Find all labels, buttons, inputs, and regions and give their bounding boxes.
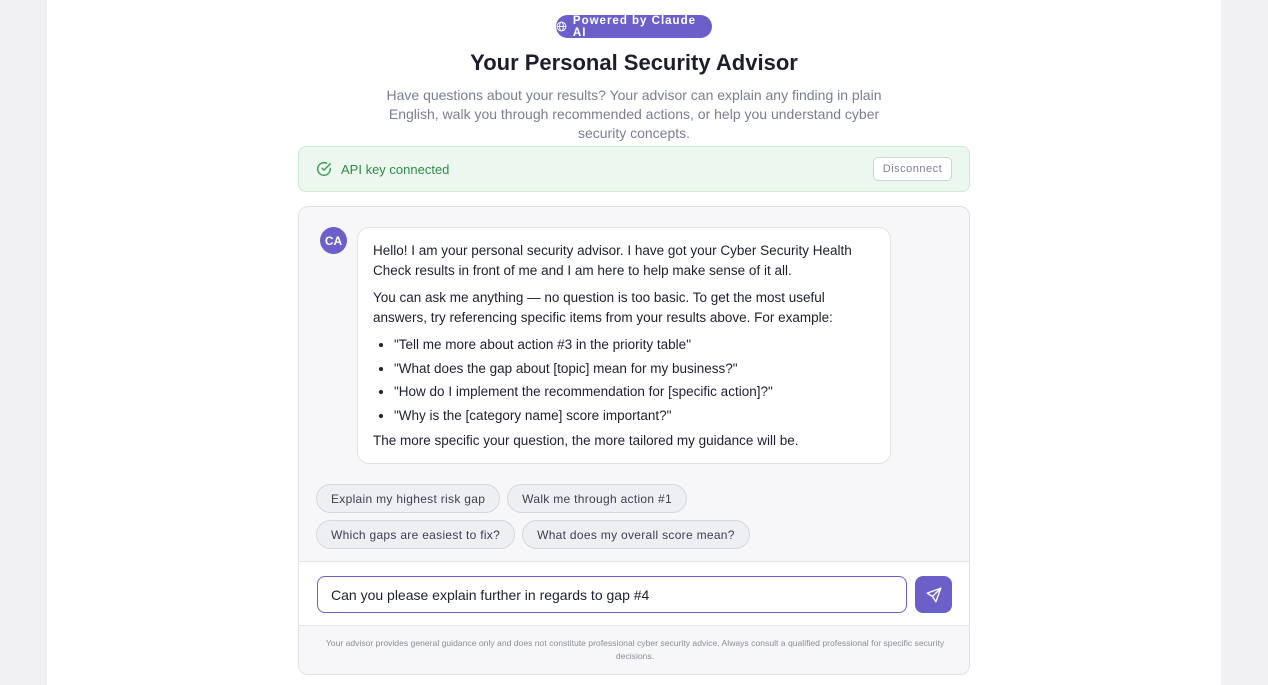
suggestion-chip-overall-score[interactable]: What does my overall score mean? [522,520,750,549]
example-item: "Tell me more about action #3 in the pri… [394,335,875,355]
powered-by-badge: Powered by Claude AI [556,14,712,39]
chat-panel: CA Hello! I am your personal security ad… [298,206,970,675]
suggestion-chip-highest-risk[interactable]: Explain my highest risk gap [316,484,501,513]
suggestion-chip-action-1[interactable]: Walk me through action #1 [507,484,687,513]
message-intro: Hello! I am your personal security advis… [373,243,852,278]
page-subtitle: Have questions about your results? Your … [386,87,882,141]
globe-icon [556,21,567,32]
advisor-avatar: CA [320,227,347,254]
example-item: "Why is the [category name] score import… [394,406,875,426]
suggestion-chips: Explain my highest risk gap Walk me thro… [316,484,876,549]
send-icon [926,587,941,602]
disclaimer-text: Your advisor provides general guidance o… [325,638,945,661]
message-closing: The more specific your question, the mor… [373,432,799,448]
send-button[interactable] [915,576,952,613]
message-input[interactable] [317,576,907,613]
example-item: "How do I implement the recommendation f… [394,382,875,402]
page-title: Your Personal Security Advisor [470,50,798,75]
api-status-text: API key connected [341,161,450,177]
api-status-bar: API key connected Disconnect [298,146,970,192]
badge-text: Powered by Claude AI [572,14,696,39]
advisor-message: Hello! I am your personal security advis… [357,227,891,464]
disconnect-button[interactable]: Disconnect [873,157,952,181]
suggestion-chip-easiest-gaps[interactable]: Which gaps are easiest to fix? [316,520,516,549]
check-circle-icon [317,161,331,176]
message-prompt: You can ask me anything — no question is… [373,290,833,325]
example-list: "Tell me more about action #3 in the pri… [373,335,875,426]
message-composer [299,561,969,626]
example-item: "What does the gap about [topic] mean fo… [394,359,875,379]
